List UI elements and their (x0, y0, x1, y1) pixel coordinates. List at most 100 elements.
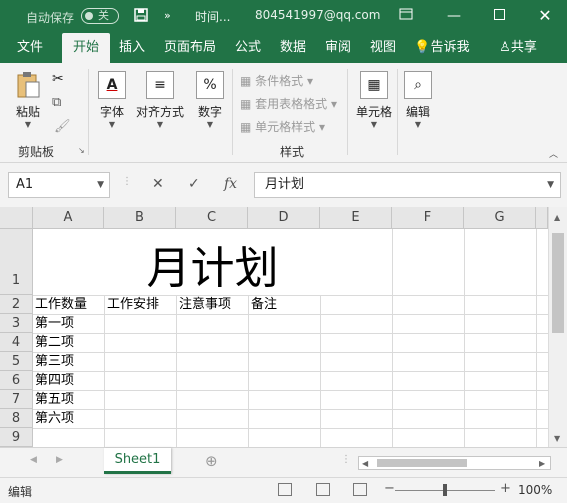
cancel-icon[interactable]: ✕ (152, 176, 164, 192)
row-header[interactable]: 3 (0, 314, 33, 333)
drag-handle-icon[interactable]: ⋮ (341, 454, 351, 465)
cell-b2[interactable]: 工作安排 (107, 295, 159, 314)
vertical-scrollbar[interactable]: ▲ ▼ (548, 207, 567, 447)
scroll-down-icon[interactable]: ▼ (554, 434, 560, 443)
expand-formula-icon[interactable]: ▼ (547, 173, 554, 197)
select-all-corner[interactable] (0, 207, 33, 229)
column-header-partial[interactable] (536, 207, 548, 229)
scroll-right-icon[interactable]: ▶ (539, 459, 545, 468)
name-box[interactable]: A1 ▼ (8, 172, 110, 198)
ribbon: 粘贴 ▼ ✂ ⧉ 🖌 剪贴板 ↘ A 字体 ▼ ≡ 对齐方式 ▼ % 数字 ▼ … (0, 63, 567, 163)
minimize-icon[interactable]: — (444, 6, 464, 26)
share-button[interactable]: ♙共享 (492, 33, 544, 63)
tab-formulas[interactable]: 公式 (228, 33, 268, 63)
formula-input[interactable]: 月计划 ▼ (254, 172, 561, 198)
cell-a2[interactable]: 工作数量 (35, 295, 87, 314)
status-mode: 编辑 (8, 485, 33, 499)
tab-view[interactable]: 视图 (363, 33, 403, 63)
insert-function-icon[interactable]: fx (224, 176, 237, 192)
alignment-button[interactable]: ≡ 对齐方式 ▼ (134, 71, 186, 129)
zoom-level[interactable]: 100% (518, 483, 552, 497)
cut-icon[interactable]: ✂ (52, 71, 64, 87)
cells-dropdown-icon: ▼ (370, 120, 378, 129)
column-header[interactable]: A (33, 207, 104, 229)
tab-file[interactable]: 文件 (10, 33, 50, 63)
page-layout-view-icon[interactable] (316, 483, 330, 496)
cell-a3[interactable]: 第一项 (35, 314, 74, 333)
cell-c2[interactable]: 注意事项 (179, 295, 231, 314)
column-header[interactable]: E (320, 207, 392, 229)
row-header[interactable]: 4 (0, 333, 33, 352)
save-icon[interactable] (134, 8, 148, 26)
cell-style-button[interactable]: ▦ 单元格样式 ▾ (240, 118, 325, 135)
cell-a6[interactable]: 第四项 (35, 371, 74, 390)
maximize-icon[interactable] (489, 6, 509, 26)
collapse-ribbon-icon[interactable]: ︿ (549, 147, 558, 160)
zoom-slider-knob[interactable] (443, 484, 447, 496)
close-icon[interactable]: ✕ (535, 6, 555, 26)
row-header[interactable]: 1 (0, 229, 33, 295)
cell-d2[interactable]: 备注 (251, 295, 277, 314)
zoom-in-icon[interactable]: + (500, 481, 511, 496)
align-icon: ≡ (146, 71, 174, 99)
gridline (392, 229, 393, 447)
table-format-button[interactable]: ▦ 套用表格格式 ▾ (240, 95, 337, 112)
tab-review[interactable]: 审阅 (318, 33, 358, 63)
next-sheet-icon[interactable]: ▶ (56, 455, 63, 465)
account-email[interactable]: 804541997@qq.com (255, 8, 380, 22)
column-header[interactable]: D (248, 207, 320, 229)
add-sheet-icon[interactable]: ⊕ (205, 452, 218, 470)
tab-data[interactable]: 数据 (273, 33, 313, 63)
confirm-icon[interactable]: ✓ (188, 176, 200, 192)
column-header[interactable]: G (464, 207, 536, 229)
scrollbar-thumb[interactable] (377, 459, 467, 467)
row-header[interactable]: 7 (0, 390, 33, 409)
cell-a5[interactable]: 第三项 (35, 352, 74, 371)
ribbon-display-icon[interactable] (396, 6, 416, 26)
format-painter-icon[interactable]: 🖌 (54, 119, 71, 134)
cell-a8[interactable]: 第六项 (35, 409, 74, 428)
row-header[interactable]: 6 (0, 371, 33, 390)
copy-icon[interactable]: ⧉ (52, 95, 61, 110)
tab-tell-me[interactable]: 💡告诉我 (410, 33, 474, 63)
conditional-format-button[interactable]: ▦ 条件格式 ▾ (240, 72, 313, 89)
autosave-toggle[interactable]: 关 (81, 8, 119, 24)
tab-home[interactable]: 开始 (62, 33, 110, 63)
dialog-launcher-icon[interactable]: ↘ (78, 146, 85, 155)
cell-a4[interactable]: 第二项 (35, 333, 74, 352)
row-header[interactable]: 5 (0, 352, 33, 371)
tab-page-layout[interactable]: 页面布局 (160, 33, 220, 63)
horizontal-scrollbar[interactable]: ◀ ▶ (358, 456, 551, 470)
prev-sheet-icon[interactable]: ◀ (30, 455, 37, 465)
column-header[interactable]: C (176, 207, 248, 229)
paste-dropdown-icon: ▼ (24, 120, 32, 129)
paste-button[interactable]: 粘贴 ▼ (10, 71, 46, 129)
toggle-knob (85, 12, 93, 20)
editing-button[interactable]: ⌕ 编辑 ▼ (402, 71, 434, 129)
column-header[interactable]: F (392, 207, 464, 229)
cell-a7[interactable]: 第五项 (35, 390, 74, 409)
row-header[interactable]: 9 (0, 428, 33, 447)
column-header[interactable]: B (104, 207, 176, 229)
number-button[interactable]: % 数字 ▼ (194, 71, 226, 129)
scrollbar-thumb[interactable] (552, 233, 564, 333)
merged-title-cell[interactable]: 月计划 (33, 229, 392, 295)
row-header[interactable]: 8 (0, 409, 33, 428)
gridline (536, 229, 537, 447)
page-break-view-icon[interactable] (353, 483, 367, 496)
cells-button[interactable]: ▦ 单元格 ▼ (354, 71, 394, 129)
zoom-out-icon[interactable]: − (384, 481, 395, 496)
scroll-up-icon[interactable]: ▲ (554, 213, 560, 222)
font-button[interactable]: A 字体 ▼ (96, 71, 128, 129)
chevron-right-double-icon[interactable]: » (164, 9, 171, 22)
chevron-down-icon[interactable]: ▼ (97, 173, 104, 197)
tell-me-label: 告诉我 (430, 40, 470, 55)
worksheet-grid[interactable]: A B C D E F G 1 2 3 4 5 6 7 8 9 月计划 工作数量… (0, 207, 567, 447)
scroll-left-icon[interactable]: ◀ (362, 459, 368, 468)
drag-handle-icon[interactable]: ⋮ (122, 176, 132, 187)
separator (232, 69, 233, 155)
normal-view-icon[interactable] (278, 483, 292, 496)
row-header[interactable]: 2 (0, 295, 33, 314)
tab-insert[interactable]: 插入 (111, 33, 153, 63)
sheet-tab[interactable]: Sheet1 (104, 448, 171, 474)
